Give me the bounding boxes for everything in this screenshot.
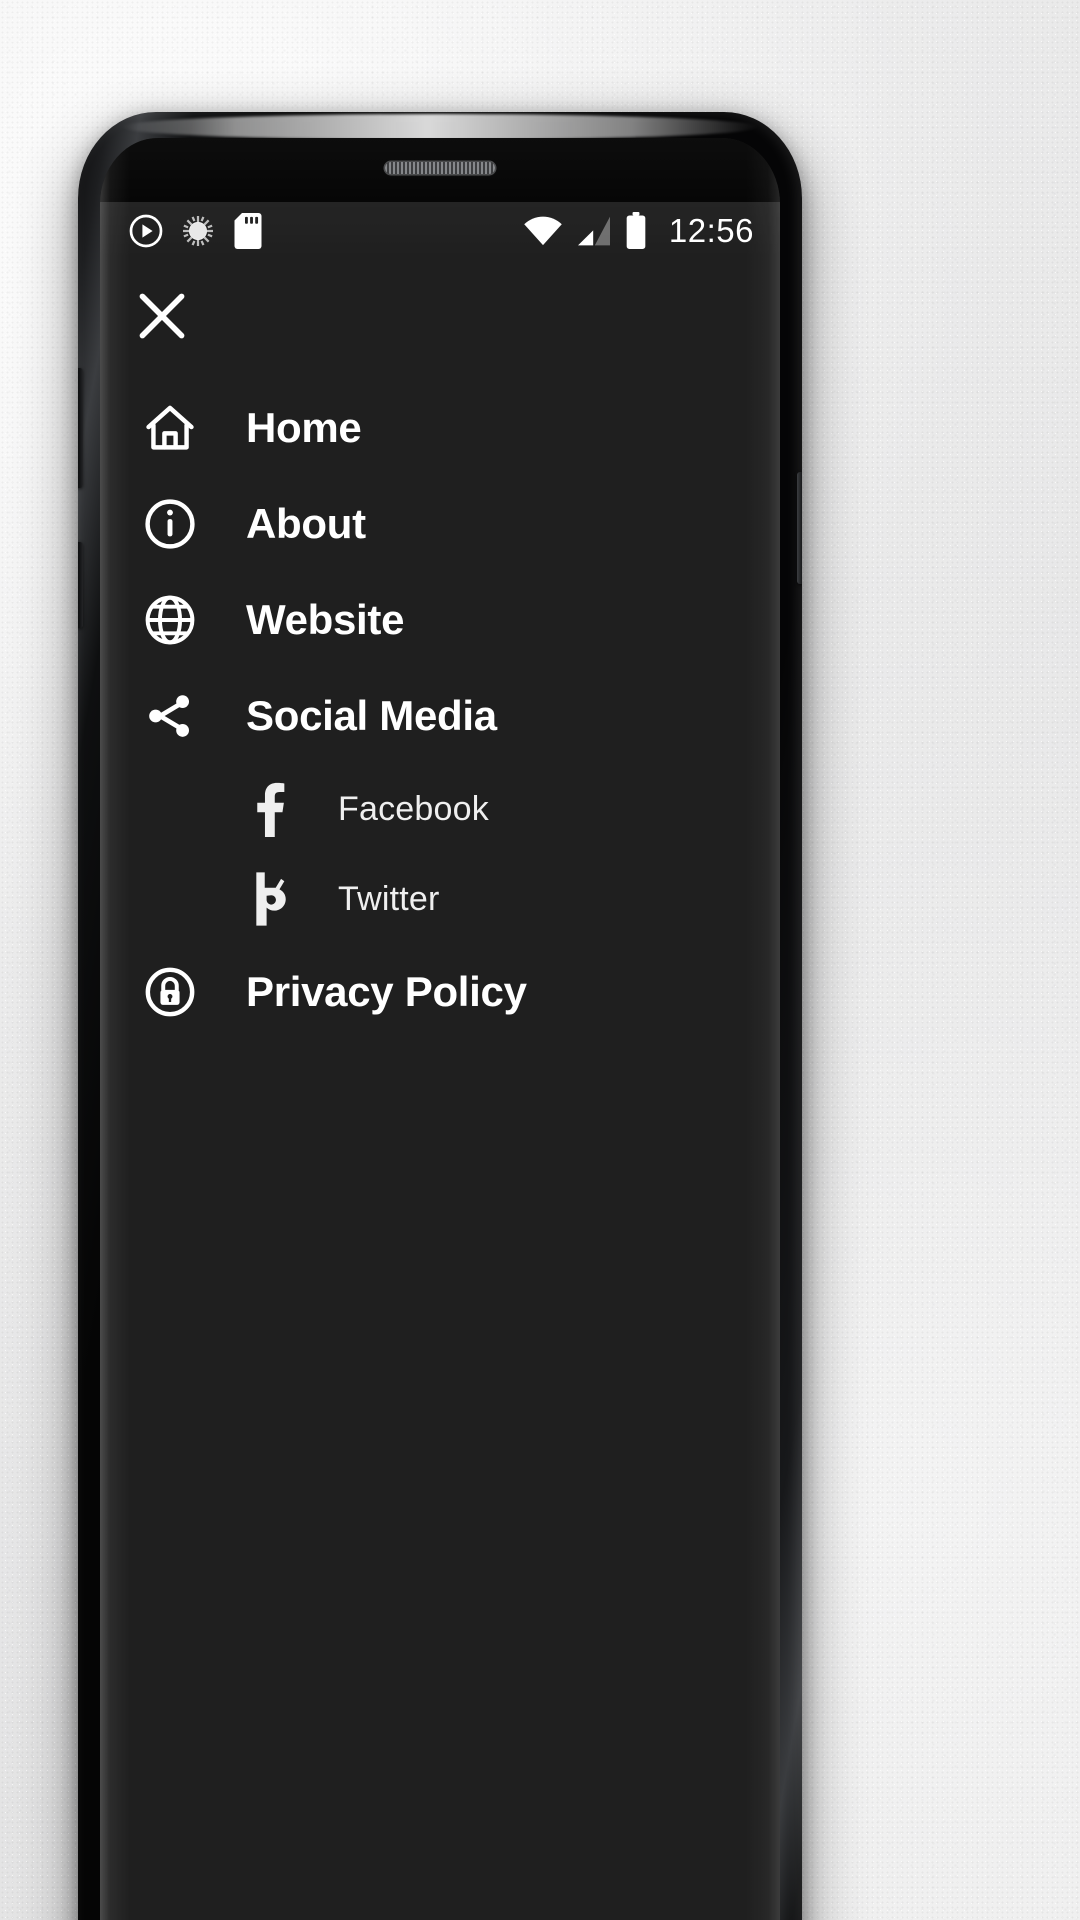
cellular-signal-icon <box>577 216 610 246</box>
menu-item-home[interactable]: Home <box>100 380 780 476</box>
menu-item-label: Facebook <box>338 789 489 828</box>
menu-item-label: Privacy Policy <box>246 968 527 1015</box>
battery-icon <box>626 212 646 249</box>
play-circle-icon <box>129 214 163 248</box>
sd-card-icon <box>234 213 262 249</box>
facebook-icon <box>240 781 296 837</box>
menu-item-label: Twitter <box>338 879 440 918</box>
menu-item-twitter[interactable]: Twitter <box>100 854 780 944</box>
power-button[interactable] <box>797 472 802 584</box>
menu-item-facebook[interactable]: Facebook <box>100 764 780 854</box>
navigation-drawer: Home About Website Social Media Facebook… <box>100 260 780 1920</box>
status-bar-right-icons: 12:56 <box>523 212 754 250</box>
menu-item-label: About <box>246 500 366 547</box>
status-bar: 12:56 <box>100 202 780 260</box>
globe-icon <box>136 592 204 648</box>
menu-item-website[interactable]: Website <box>100 572 780 668</box>
menu-item-label: Social Media <box>246 692 497 739</box>
menu-item-privacy-policy[interactable]: Privacy Policy <box>100 944 780 1040</box>
share-icon <box>136 689 204 743</box>
menu-item-about[interactable]: About <box>100 476 780 572</box>
menu-item-label: Home <box>246 404 362 451</box>
wifi-icon <box>524 216 562 246</box>
home-icon <box>136 400 204 456</box>
earpiece-speaker <box>385 162 495 174</box>
drawer-close-row <box>100 270 780 362</box>
lock-icon <box>136 964 204 1020</box>
menu-item-label: Website <box>246 596 405 643</box>
twitter-icon <box>240 871 296 927</box>
volume-button[interactable] <box>78 368 83 488</box>
status-bar-left-icons <box>128 213 264 249</box>
menu-item-social-media[interactable]: Social Media <box>100 668 780 764</box>
drawer-menu-list: Home About Website Social Media Facebook… <box>100 380 780 1040</box>
brightness-dial-icon <box>183 216 213 246</box>
close-icon[interactable] <box>134 288 190 344</box>
status-bar-clock: 12:56 <box>668 212 754 249</box>
phone-device-frame: 12:56 Home About Website Social Media Fa… <box>78 112 802 1920</box>
phone-screen: 12:56 Home About Website Social Media Fa… <box>100 138 780 1920</box>
assistant-button[interactable] <box>78 542 83 628</box>
device-notch-area <box>100 138 780 202</box>
info-icon <box>136 496 204 552</box>
